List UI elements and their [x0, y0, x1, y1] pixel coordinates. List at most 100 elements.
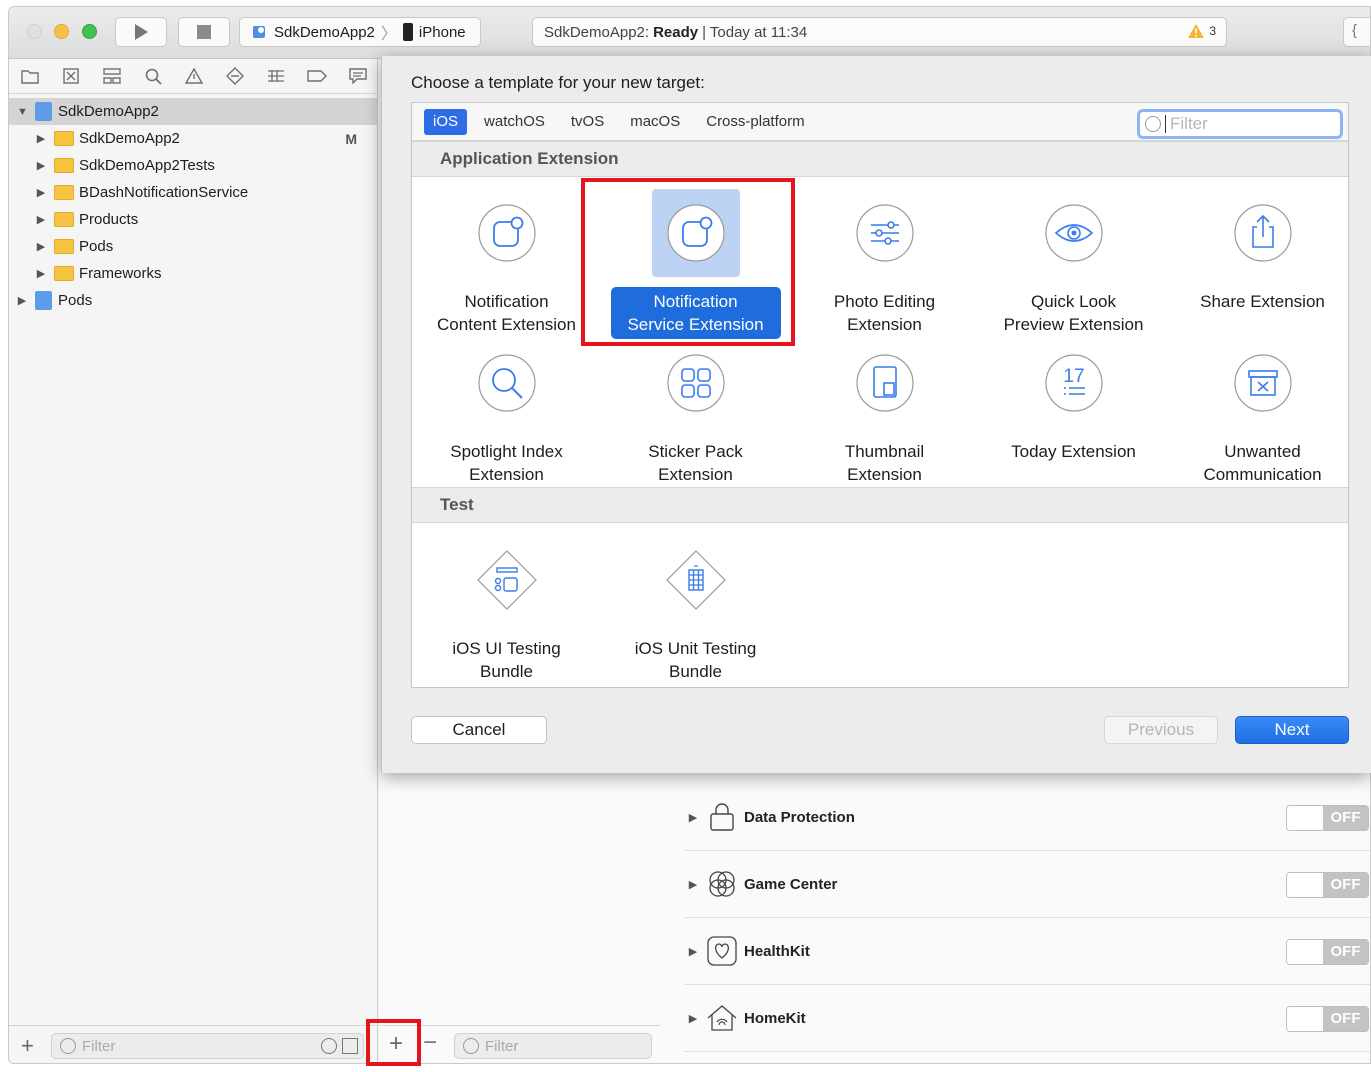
capability-toggle[interactable]: OFF: [1286, 805, 1369, 831]
game-center-icon: [706, 868, 738, 900]
project-icon: [35, 102, 52, 121]
minimize-window-button[interactable]: [54, 24, 69, 39]
debug-navigator-icon[interactable]: [265, 65, 287, 87]
recent-files-icon[interactable]: [321, 1038, 337, 1054]
filter-icon: [463, 1038, 479, 1054]
folder-icon: [54, 212, 74, 227]
capability-row[interactable]: ▶ HealthKit OFF: [684, 918, 1370, 985]
capability-toggle[interactable]: OFF: [1286, 872, 1369, 898]
zoom-window-button[interactable]: [82, 24, 97, 39]
disclosure-open-icon[interactable]: ▼: [17, 106, 28, 118]
filter-icon: [60, 1038, 76, 1054]
disclosure-closed-icon[interactable]: ▶: [36, 186, 46, 199]
capability-label: HealthKit: [744, 942, 810, 960]
filter-icon: [1145, 116, 1161, 132]
source-control-navigator-icon[interactable]: [60, 65, 82, 87]
add-file-button[interactable]: +: [21, 1033, 34, 1059]
tree-item[interactable]: ▶ SdkDemoApp2Tests: [9, 152, 377, 179]
disclosure-closed-icon[interactable]: ▶: [36, 267, 46, 280]
capability-row[interactable]: ▶ Game Center OFF: [684, 851, 1370, 918]
previous-button[interactable]: Previous: [1104, 716, 1218, 744]
disclosure-closed-icon[interactable]: ▶: [36, 132, 46, 145]
remove-target-button[interactable]: −: [423, 1029, 437, 1057]
template-ios-unit-testing[interactable]: iOS Unit Testing Bundle: [601, 536, 790, 688]
template-label: Today Extension: [1011, 442, 1136, 461]
report-navigator-icon[interactable]: [347, 65, 369, 87]
tree-item[interactable]: ▶ SdkDemoApp2 M: [9, 125, 377, 152]
homekit-icon: [706, 1002, 738, 1034]
stop-button[interactable]: [178, 17, 230, 47]
toggle-state: OFF: [1323, 806, 1368, 830]
capability-toggle[interactable]: OFF: [1286, 939, 1369, 965]
tree-pods-project[interactable]: ▶ Pods: [9, 287, 377, 314]
cancel-button[interactable]: Cancel: [411, 716, 547, 744]
template-label: Thumbnail Extension: [844, 442, 925, 484]
disclosure-closed-icon[interactable]: ▶: [36, 240, 46, 253]
status-project: SdkDemoApp2:: [544, 23, 650, 41]
template-label: Quick Look Preview Extension: [1003, 292, 1144, 334]
run-button[interactable]: [115, 17, 167, 47]
code-review-button[interactable]: {: [1343, 17, 1370, 47]
disclosure-closed-icon[interactable]: ▶: [688, 1012, 698, 1025]
scm-filter-icon[interactable]: [342, 1038, 358, 1054]
disclosure-closed-icon[interactable]: ▶: [688, 811, 698, 824]
template-quick-look[interactable]: Quick Look Preview Extension: [979, 189, 1168, 341]
warnings-indicator[interactable]: 3: [1187, 23, 1216, 39]
highlight-box-selected-template: [581, 178, 795, 346]
toolbar: SdkDemoApp2 〉 iPhone SdkDemoApp2: Ready …: [9, 7, 1370, 59]
find-navigator-icon[interactable]: [142, 65, 164, 87]
template-spotlight-index[interactable]: Spotlight Index Extension: [412, 339, 601, 491]
sheet-title: Choose a template for your new target:: [411, 73, 705, 92]
scheme-selector[interactable]: SdkDemoApp2 〉 iPhone: [239, 17, 481, 47]
template-unwanted-communication[interactable]: Unwanted Communication: [1168, 339, 1357, 491]
tree-item[interactable]: ▶ Pods: [9, 233, 377, 260]
tab-cross-platform[interactable]: Cross-platform: [697, 109, 813, 135]
folder-navigator-icon[interactable]: [19, 65, 41, 87]
navigator-filter-input[interactable]: Filter: [51, 1033, 364, 1059]
today-icon-number: 17: [1063, 366, 1084, 387]
breakpoint-navigator-icon[interactable]: [306, 65, 328, 87]
tree-item[interactable]: ▶ Frameworks: [9, 260, 377, 287]
template-thumbnail[interactable]: Thumbnail Extension: [790, 339, 979, 491]
disclosure-closed-icon[interactable]: ▶: [688, 878, 698, 891]
capability-row[interactable]: ▶ HomeKit OFF: [684, 985, 1370, 1052]
template-share[interactable]: Share Extension: [1168, 189, 1357, 341]
tab-macos[interactable]: macOS: [621, 109, 689, 135]
disclosure-closed-icon[interactable]: ▶: [36, 213, 46, 226]
template-photo-editing[interactable]: Photo Editing Extension: [790, 189, 979, 341]
lock-icon: [706, 801, 738, 833]
app-target-icon: [253, 26, 265, 38]
template-notification-content[interactable]: Notification Content Extension: [412, 189, 601, 341]
template-filter-input[interactable]: Filter: [1137, 109, 1343, 139]
thumbnail-icon: [855, 354, 914, 412]
test-navigator-icon[interactable]: [224, 65, 246, 87]
notification-icon: [477, 204, 536, 262]
disclosure-closed-icon[interactable]: ▶: [688, 945, 698, 958]
capability-toggle[interactable]: OFF: [1286, 1006, 1369, 1032]
template-sticker-pack[interactable]: Sticker Pack Extension: [601, 339, 790, 491]
close-window-button[interactable]: [27, 24, 42, 39]
toggle-knob: [1287, 940, 1324, 964]
template-ios-ui-testing[interactable]: iOS UI Testing Bundle: [412, 536, 601, 688]
tree-item[interactable]: ▶ Products: [9, 206, 377, 233]
targets-filter-input[interactable]: Filter: [454, 1033, 652, 1059]
tab-ios[interactable]: iOS: [424, 108, 468, 135]
template-today[interactable]: 17 Today Extension: [979, 339, 1168, 491]
tab-tvos[interactable]: tvOS: [562, 109, 613, 135]
chevron-right-icon: 〉: [380, 26, 397, 43]
issue-navigator-icon[interactable]: [183, 65, 205, 87]
symbol-navigator-icon[interactable]: [101, 65, 123, 87]
tree-item[interactable]: ▶ BDashNotificationService: [9, 179, 377, 206]
template-label: Spotlight Index Extension: [450, 442, 563, 484]
tab-watchos[interactable]: watchOS: [475, 109, 554, 135]
template-icon-bg: [841, 339, 929, 427]
next-button[interactable]: Next: [1235, 716, 1349, 744]
capability-row[interactable]: ▶ Data Protection OFF: [684, 784, 1370, 851]
status-state: Ready: [653, 23, 699, 41]
text-cursor: [1165, 115, 1166, 133]
tree-root-project[interactable]: ▼ SdkDemoApp2: [9, 98, 377, 125]
template-icon-bg: [1030, 189, 1118, 277]
disclosure-closed-icon[interactable]: ▶: [36, 159, 46, 172]
disclosure-closed-icon[interactable]: ▶: [17, 294, 27, 307]
toggle-knob: [1287, 873, 1324, 897]
